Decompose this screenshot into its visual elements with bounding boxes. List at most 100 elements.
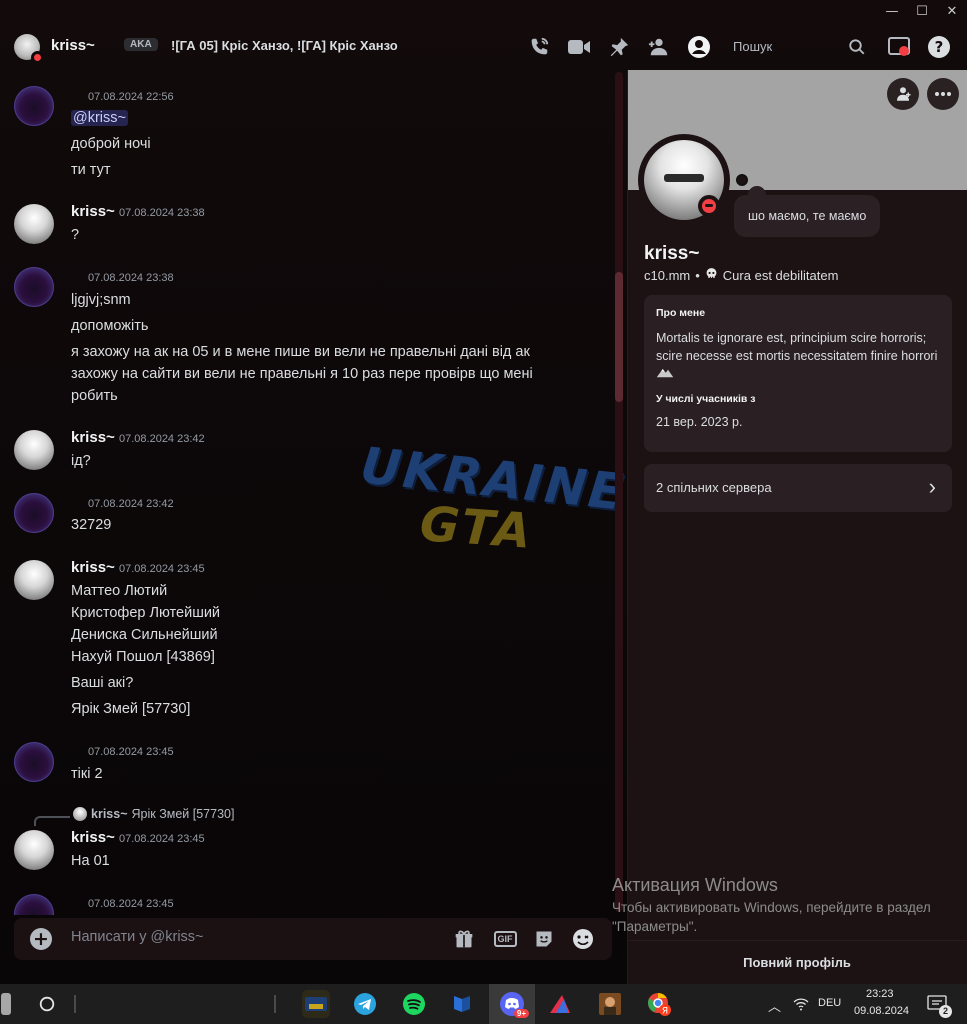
message-text: ?: [71, 227, 80, 243]
message-text: Нахуй Пошол [43869]: [71, 649, 215, 665]
close-button[interactable]: ✕: [937, 0, 967, 22]
user-mention[interactable]: @kriss~: [71, 110, 128, 126]
help-icon[interactable]: ?: [926, 34, 952, 60]
custom-status-bubble: шо маємо, те маємо: [734, 195, 881, 237]
inbox-icon[interactable]: [886, 34, 912, 60]
message-avatar[interactable]: [14, 830, 54, 870]
clock-time[interactable]: 23:23: [866, 988, 894, 1000]
notification-count-badge: 2: [939, 1005, 952, 1018]
tray-overflow-icon[interactable]: ︿: [768, 996, 781, 1015]
message-author[interactable]: kriss~: [71, 203, 115, 220]
about-me-title: Про мене: [656, 307, 706, 319]
custom-status-text: Cura est debilitatem: [722, 267, 839, 283]
message-avatar[interactable]: [14, 560, 54, 600]
message-avatar[interactable]: [14, 493, 54, 533]
message-timestamp: 07.08.2024 23:38: [88, 272, 174, 284]
user-profile-toggle-icon[interactable]: [686, 34, 712, 60]
message-text: Кристофер Лютейший: [71, 605, 221, 621]
message-avatar[interactable]: [14, 430, 54, 470]
search-input[interactable]: Пошук: [733, 39, 772, 54]
voice-call-icon[interactable]: [526, 34, 552, 60]
reply-avatar: [73, 807, 87, 821]
message-composer[interactable]: + Написати у @kriss~ GIF: [14, 918, 612, 960]
ukraine-gta-app-icon[interactable]: [302, 990, 330, 1018]
message-timestamp: 07.08.2024 23:45: [88, 898, 174, 910]
aka-badge[interactable]: AKA: [124, 38, 158, 51]
minimize-button[interactable]: —: [877, 0, 907, 22]
message-text: Ваші акі?: [71, 675, 134, 691]
message-timestamp: 07.08.2024 22:56: [88, 91, 174, 103]
mountain-emoji-icon: [656, 367, 674, 381]
gift-icon[interactable]: [452, 927, 476, 951]
header-avatar[interactable]: [14, 34, 44, 64]
chat-scrollbar-thumb[interactable]: [615, 272, 623, 402]
reply-connector: [34, 816, 70, 826]
message-text: 32729: [71, 517, 112, 533]
message-timestamp: 07.08.2024 23:38: [119, 207, 205, 219]
profile-username-row: c10.mm • Cura est debilitatem: [644, 267, 838, 283]
sticker-icon[interactable]: [532, 927, 556, 951]
video-call-icon[interactable]: [566, 34, 592, 60]
full-profile-button[interactable]: Повний профіль: [627, 940, 967, 984]
dnd-status-icon: [31, 51, 44, 64]
message-text: На 01: [71, 853, 110, 869]
message-author[interactable]: kriss~: [71, 429, 115, 446]
maximize-button[interactable]: ☐: [907, 0, 937, 22]
message-text: ljgjvj;snm: [71, 292, 131, 308]
activation-title: Активация Windows: [612, 875, 778, 895]
game-client-icon[interactable]: [546, 990, 574, 1018]
gif-icon[interactable]: GIF: [493, 927, 517, 951]
message-avatar[interactable]: [14, 204, 54, 244]
search-icon[interactable]: [844, 34, 870, 60]
message-avatar[interactable]: [14, 742, 54, 782]
message-timestamp: 07.08.2024 23:45: [119, 563, 205, 575]
message-text: Ярік Змей [57730]: [71, 701, 191, 717]
wifi-icon[interactable]: [790, 990, 812, 1018]
message-list[interactable]: 07.08.2024 22:56 @kriss~ доброй ночі ти …: [0, 70, 616, 915]
message-input[interactable]: Написати у @kriss~: [71, 929, 204, 945]
about-me-card: Про мене Mortalis te ignorare est, princ…: [644, 295, 952, 452]
profile-username[interactable]: c10.mm: [644, 268, 690, 283]
message-avatar[interactable]: [14, 86, 54, 126]
upload-plus-button[interactable]: +: [30, 928, 52, 950]
language-indicator[interactable]: DEU: [818, 997, 841, 1009]
message-text: ти тут: [71, 162, 111, 178]
aka-nicknames: ![ГА 05] Кріс Ханзо, ![ГА] Кріс Ханзо: [171, 38, 398, 53]
header-username[interactable]: kriss~: [51, 37, 95, 54]
message-author[interactable]: kriss~: [71, 559, 115, 576]
mutual-servers-button[interactable]: 2 спільних сервера ›: [644, 464, 952, 512]
reply-text: Ярік Змей [57730]: [131, 807, 235, 821]
message-text: Маттео Лютий: [71, 583, 168, 599]
start-button[interactable]: [0, 990, 14, 1018]
skull-icon: [705, 267, 718, 283]
message-text: допоможіть: [71, 318, 149, 334]
svg-text:Я: Я: [662, 1007, 668, 1017]
add-friend-icon[interactable]: [887, 78, 919, 110]
yandex-browser-icon[interactable]: Я: [645, 990, 673, 1018]
window-controls: — ☐ ✕: [877, 0, 967, 22]
taskbar-separator: [270, 990, 280, 1018]
telegram-icon[interactable]: [351, 990, 379, 1018]
game-app-icon[interactable]: [596, 990, 624, 1018]
notifications-icon[interactable]: 2: [924, 990, 952, 1018]
mutual-servers-label: 2 спільних сервера: [656, 480, 772, 495]
emoji-icon[interactable]: [571, 927, 595, 951]
cortana-icon[interactable]: [33, 990, 61, 1018]
about-me-text: Mortalis te ignorare est, principium sci…: [656, 329, 940, 383]
message-timestamp: 07.08.2024 23:45: [119, 833, 205, 845]
discord-taskbar-button[interactable]: 9+: [489, 984, 535, 1024]
message-avatar[interactable]: [14, 267, 54, 307]
pinned-messages-icon[interactable]: [606, 34, 632, 60]
message-avatar[interactable]: [14, 894, 54, 915]
more-options-icon[interactable]: [927, 78, 959, 110]
message-author[interactable]: kriss~: [71, 829, 115, 846]
discord-window: — ☐ ✕ kriss~ AKA ![ГА 05] Кріс Ханзо, ![…: [0, 0, 967, 984]
reply-preview[interactable]: kriss~ Ярік Змей [57730]: [73, 807, 234, 821]
message-text: захожу на сайти ви вели не правельні я 1…: [71, 366, 533, 382]
add-friends-to-dm-icon[interactable]: [646, 34, 672, 60]
dm-header: kriss~ AKA ![ГА 05] Кріс Ханзо, ![ГА] Кр…: [0, 24, 967, 68]
clock-date[interactable]: 09.08.2024: [854, 1005, 909, 1017]
spotify-icon[interactable]: [400, 990, 428, 1018]
launcher-app-icon[interactable]: [448, 990, 476, 1018]
chat-scrollbar[interactable]: [615, 72, 623, 912]
